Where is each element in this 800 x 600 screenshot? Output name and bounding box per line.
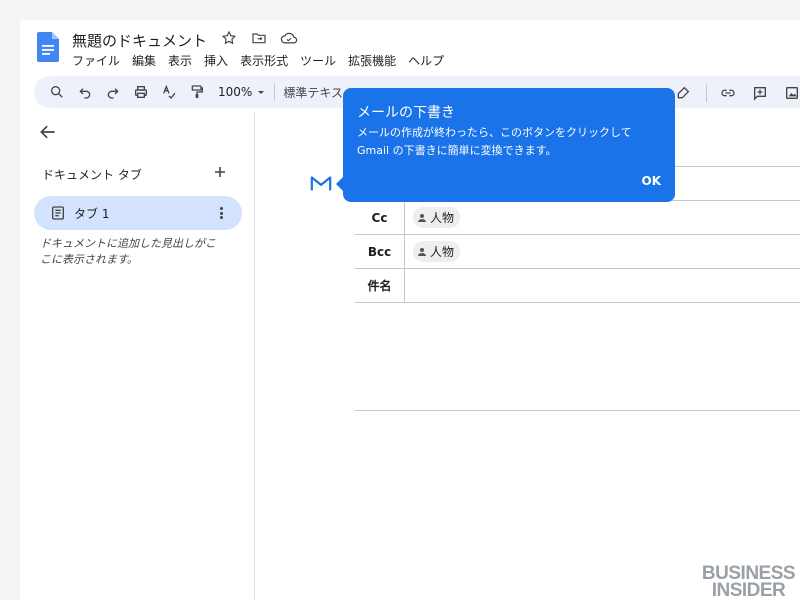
menu-bar: ファイル 編集 表示 挿入 表示形式 ツール 拡張機能 ヘルプ — [72, 52, 450, 70]
business-insider-watermark: BUSINESS INSIDER — [696, 564, 800, 600]
cloud-saved-icon[interactable] — [280, 29, 298, 47]
add-comment-icon[interactable] — [747, 80, 773, 106]
menu-view[interactable]: 表示 — [162, 52, 198, 70]
document-tabs-sidebar: ドキュメント タブ タブ 1 ドキュメントに追加した見出しがここに表示されます。 — [20, 112, 255, 600]
print-icon[interactable] — [128, 79, 154, 105]
gmail-draft-icon[interactable] — [310, 173, 332, 193]
row-label: Bcc — [355, 235, 405, 268]
email-row-bcc: Bcc 人物 — [355, 235, 800, 269]
subject-field[interactable] — [405, 269, 800, 302]
docs-window: 無題のドキュメント ファイル 編集 表示 挿入 表示形式 ツール 拡張機能 ヘル… — [20, 20, 800, 600]
people-chip[interactable]: 人物 — [413, 207, 461, 228]
redo-icon[interactable] — [100, 79, 126, 105]
tabs-header: ドキュメント タブ — [42, 168, 142, 182]
paragraph-style-select[interactable]: 標準テキスト — [283, 84, 343, 101]
plus-icon — [215, 167, 225, 177]
undo-icon[interactable] — [72, 79, 98, 105]
menu-help[interactable]: ヘルプ — [402, 52, 450, 70]
tooltip-body: メールの作成が終わったら、このボタンをクリックして Gmail の下書きに簡単に… — [357, 126, 632, 157]
email-draft-tooltip: メールの下書き メールの作成が終わったら、このボタンをクリックして Gmail … — [336, 88, 675, 202]
person-icon — [418, 213, 426, 222]
menu-file[interactable]: ファイル — [72, 52, 126, 70]
search-menus-icon[interactable] — [44, 79, 70, 105]
email-row-subject: 件名 — [355, 269, 800, 303]
document-title[interactable]: 無題のドキュメント — [72, 30, 207, 51]
bcc-field[interactable]: 人物 — [405, 235, 800, 268]
menu-format[interactable]: 表示形式 — [234, 52, 294, 70]
more-vert-icon[interactable] — [214, 205, 228, 221]
tooltip-ok-button[interactable]: OK — [642, 174, 662, 188]
chip-label: 人物 — [430, 245, 455, 259]
row-label: Cc — [355, 201, 405, 234]
tab-label: タブ 1 — [74, 206, 110, 221]
back-arrow-icon[interactable] — [38, 122, 58, 142]
insert-link-icon[interactable] — [715, 80, 741, 106]
menu-extensions[interactable]: 拡張機能 — [342, 52, 402, 70]
email-row-cc: Cc 人物 — [355, 201, 800, 235]
docs-logo-icon[interactable] — [37, 32, 59, 62]
document-tab-icon — [52, 206, 64, 220]
zoom-select[interactable]: 100% — [218, 85, 266, 99]
spellcheck-icon[interactable] — [156, 79, 182, 105]
sidebar-tab-1[interactable]: タブ 1 — [34, 196, 242, 230]
menu-edit[interactable]: 編集 — [126, 52, 162, 70]
chevron-down-icon — [258, 91, 265, 94]
add-tab-button[interactable] — [210, 162, 230, 182]
toolbar-divider — [274, 83, 276, 101]
watermark-line-2: INSIDER — [711, 580, 786, 600]
move-folder-icon[interactable] — [250, 29, 268, 47]
zoom-value: 100% — [218, 85, 253, 99]
title-actions — [220, 29, 298, 47]
toolbar-right-group — [670, 80, 800, 106]
outline-hint: ドキュメントに追加した見出しがここに表示されます。 — [40, 237, 216, 266]
paint-format-icon[interactable] — [184, 79, 210, 105]
tooltip-title: メールの下書き — [357, 105, 455, 121]
toolbar-divider — [706, 84, 707, 102]
email-body-divider — [355, 410, 800, 411]
person-icon — [418, 247, 426, 256]
star-icon[interactable] — [220, 29, 238, 47]
chip-label: 人物 — [430, 211, 455, 225]
insert-image-icon[interactable] — [779, 80, 800, 106]
menu-insert[interactable]: 挿入 — [198, 52, 234, 70]
cc-field[interactable]: 人物 — [405, 201, 800, 234]
people-chip[interactable]: 人物 — [413, 241, 461, 262]
row-label: 件名 — [355, 269, 405, 302]
menu-tools[interactable]: ツール — [294, 52, 342, 70]
